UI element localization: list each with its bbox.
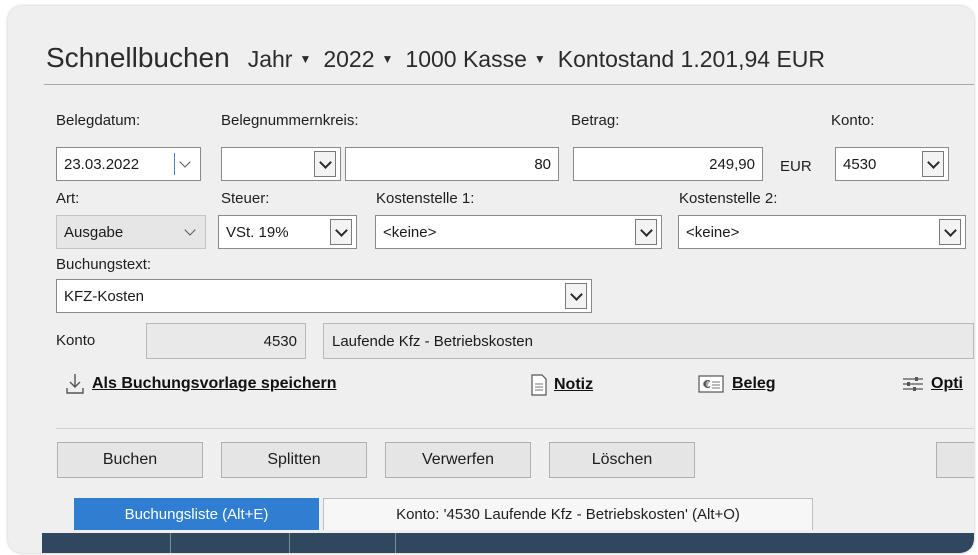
currency-label: EUR — [780, 158, 812, 175]
period-label: Jahr — [247, 46, 293, 72]
account-balance: Kontostand 1.201,94 EUR — [557, 46, 826, 72]
splitten-button[interactable]: Splitten — [221, 442, 367, 478]
kostenstelle1-label: Kostenstelle 1: — [376, 190, 475, 207]
betrag-input[interactable]: 249,90 — [573, 147, 763, 181]
tab-buchungsliste[interactable]: Buchungsliste (Alt+E) — [74, 498, 319, 530]
svg-text:€: € — [702, 378, 711, 391]
caret-down-icon: ▼ — [533, 52, 546, 66]
receipt-icon: € — [698, 375, 724, 393]
year-selector[interactable]: 2022 ▼ — [323, 46, 393, 73]
more-button[interactable] — [936, 442, 974, 478]
buchungstext-label: Buchungstext: — [56, 256, 152, 273]
steuer-select[interactable]: VSt. 19% — [218, 215, 357, 249]
download-icon — [66, 374, 84, 394]
quick-booking-window: Schnellbuchen Jahr ▼ 2022 ▼ 1000 Kasse ▼… — [8, 6, 974, 553]
chevron-down-icon[interactable] — [565, 283, 587, 309]
notiz-link[interactable]: Notiz — [530, 374, 593, 396]
optionen-link[interactable]: Opti — [901, 374, 963, 394]
konto-info-name: Laufende Kfz - Betriebskosten — [323, 323, 974, 359]
belegnummer-input[interactable]: 80 — [345, 147, 559, 181]
loeschen-button[interactable]: Löschen — [549, 442, 695, 478]
art-value: Ausgabe — [64, 223, 124, 241]
beleg-label: Beleg — [732, 375, 776, 392]
chevron-down-icon[interactable] — [939, 219, 961, 245]
notiz-label: Notiz — [554, 376, 594, 393]
chevron-down-icon[interactable] — [314, 151, 336, 177]
belegnummernkreis-label: Belegnummernkreis: — [221, 112, 359, 129]
betrag-value: 249,90 — [709, 155, 755, 173]
grid-column-header[interactable] — [171, 533, 290, 553]
chevron-down-icon[interactable] — [635, 219, 657, 245]
chevron-down-icon[interactable] — [330, 219, 352, 245]
grid-column-header[interactable] — [290, 533, 396, 553]
note-icon — [531, 374, 547, 396]
chevron-down-icon[interactable] — [179, 156, 191, 168]
tab-konto[interactable]: Konto: '4530 Laufende Kfz - Betriebskost… — [323, 498, 813, 530]
belegnummernkreis-select[interactable] — [221, 147, 341, 181]
belegdatum-date-picker[interactable]: 23.03.2022 — [56, 147, 201, 181]
text-cursor — [174, 153, 175, 175]
kostenstelle2-value: <keine> — [686, 223, 740, 241]
art-select[interactable]: Ausgabe — [56, 215, 206, 249]
caret-down-icon: ▼ — [299, 52, 312, 66]
konto-info-label: Konto — [56, 332, 96, 349]
betrag-label: Betrag: — [571, 112, 620, 129]
kostenstelle1-select[interactable]: <keine> — [375, 215, 662, 249]
belegdatum-value: 23.03.2022 — [64, 155, 140, 173]
belegdatum-label: Belegdatum: — [56, 112, 141, 129]
konto-info-number-value: 4530 — [263, 332, 297, 350]
save-template-link[interactable]: Als Buchungsvorlage speichern — [64, 372, 337, 396]
optionen-label: Opti — [931, 375, 963, 392]
buchungstext-value: KFZ-Kosten — [64, 287, 145, 305]
account-selector[interactable]: 1000 Kasse ▼ — [405, 46, 545, 73]
konto-info-name-value: Laufende Kfz - Betriebskosten — [332, 332, 533, 350]
page-title: Schnellbuchen — [46, 42, 230, 73]
chevron-down-icon[interactable] — [922, 151, 944, 177]
verwerfen-button[interactable]: Verwerfen — [385, 442, 531, 478]
konto-info-number: 4530 — [146, 323, 306, 359]
sliders-icon — [903, 377, 923, 391]
caret-down-icon: ▼ — [381, 52, 394, 66]
grid-column-header[interactable] — [42, 533, 171, 553]
buchen-button[interactable]: Buchen — [57, 442, 203, 478]
chevron-down-icon[interactable] — [184, 224, 196, 236]
period-selector[interactable]: Jahr ▼ — [248, 46, 312, 73]
action-divider — [56, 428, 974, 429]
year-label: 2022 — [323, 46, 375, 72]
account-label: 1000 Kasse — [405, 46, 527, 72]
beleg-link[interactable]: € Beleg — [698, 374, 776, 394]
save-template-label: Als Buchungsvorlage speichern — [92, 375, 337, 392]
steuer-label: Steuer: — [221, 190, 270, 207]
art-label: Art: — [56, 190, 80, 207]
page-header: Schnellbuchen Jahr ▼ 2022 ▼ 1000 Kasse ▼… — [46, 42, 837, 82]
header-divider — [44, 84, 974, 85]
kostenstelle1-value: <keine> — [383, 223, 437, 241]
kostenstelle2-select[interactable]: <keine> — [678, 215, 966, 249]
buchungstext-combobox[interactable]: KFZ-Kosten — [56, 279, 592, 313]
konto-label: Konto: — [831, 112, 875, 129]
booking-grid-header — [42, 533, 974, 553]
konto-select[interactable]: 4530 — [835, 147, 949, 181]
kostenstelle2-label: Kostenstelle 2: — [679, 190, 778, 207]
belegnummer-value: 80 — [534, 155, 551, 173]
